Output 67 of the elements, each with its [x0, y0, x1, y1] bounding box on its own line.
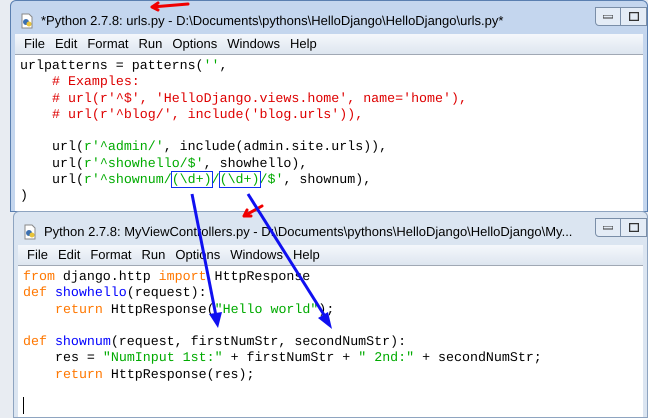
- code-token: def: [23, 285, 47, 300]
- code-token: def: [23, 334, 47, 350]
- python-file-icon: [19, 12, 35, 28]
- code-token: return: [55, 302, 103, 317]
- minimize-button[interactable]: [595, 7, 621, 26]
- maximize-button[interactable]: [621, 218, 647, 237]
- code-token: ,: [220, 58, 228, 73]
- code-token: " 2nd:": [358, 350, 414, 366]
- menu-item[interactable]: Edit: [52, 245, 86, 265]
- menu-item[interactable]: Help: [284, 34, 322, 54]
- menu-item[interactable]: Help: [288, 245, 325, 265]
- code-token: django.http: [62, 269, 152, 284]
- code-token: url(: [52, 139, 84, 154]
- code-token: /: [212, 172, 220, 188]
- maximize-button[interactable]: [621, 7, 647, 26]
- code-token: urlpatterns = patterns(: [20, 58, 204, 73]
- code-token: url(: [52, 172, 84, 188]
- code-editor[interactable]: [15, 55, 643, 211]
- code-token: showhello: [54, 285, 127, 300]
- code-token: , include(admin.site.urls)),: [164, 139, 388, 154]
- code-token: r'^shownum/: [84, 172, 172, 188]
- maximize-icon: [628, 12, 638, 21]
- code-token: HttpResponse(res);: [110, 366, 254, 382]
- code-token: + secondNumStr;: [421, 350, 542, 366]
- minimize-icon: [603, 226, 613, 230]
- menu-item[interactable]: Run: [136, 245, 170, 265]
- code-token: (request):: [126, 285, 207, 300]
- menu-item[interactable]: Edit: [50, 34, 82, 54]
- code-token: return: [55, 366, 103, 382]
- code-token: , showhello),: [204, 156, 308, 171]
- menu-item[interactable]: File: [19, 34, 50, 54]
- highlighted-code: (\d+): [220, 172, 260, 188]
- menu-item[interactable]: Run: [134, 34, 168, 54]
- maximize-icon: [628, 223, 638, 232]
- menu-item[interactable]: Format: [82, 34, 134, 54]
- code-token: /$': [260, 172, 284, 188]
- code-token: shownum: [54, 334, 111, 350]
- code-token: res =: [55, 350, 96, 366]
- code-token: "Hello world": [214, 302, 318, 317]
- python-file-icon: [22, 224, 38, 240]
- minimize-icon: [603, 14, 613, 18]
- menu-item[interactable]: Windows: [222, 34, 285, 54]
- code-editor[interactable]: [18, 266, 643, 417]
- code-token: , shownum),: [283, 172, 372, 188]
- text-cursor: [23, 397, 24, 414]
- code-token: # Examples:: [52, 74, 140, 90]
- code-token: # url(r'^blog/', include('blog.urls')),: [52, 106, 364, 122]
- code-token: (request, firstNumStr, secondNumStr):: [110, 334, 406, 350]
- code-token: url(: [52, 156, 84, 171]
- code-token: import: [158, 269, 207, 284]
- code-token: '': [204, 58, 220, 73]
- menu-item[interactable]: File: [22, 245, 53, 265]
- code-token: from: [23, 269, 55, 284]
- window-title: *Python 2.7.8: urls.py - D:\Documents\pythons\HelloDjango\HelloDjango\urls.py*: [41, 12, 504, 30]
- code-token: r'^showhello/$': [84, 156, 204, 171]
- menu-item[interactable]: Format: [85, 245, 137, 265]
- code-token: # url(r'^$', 'HelloDjango.views.home', name='home'),: [52, 90, 467, 106]
- menu-item[interactable]: Windows: [225, 245, 288, 265]
- code-token: HttpResponse(: [110, 302, 215, 317]
- annotation-arrow: [150, 2, 190, 12]
- menu-item[interactable]: Options: [167, 34, 222, 54]
- minimize-button[interactable]: [595, 218, 621, 237]
- code-token: "NumInput 1st:": [102, 350, 223, 366]
- code-token: r'^admin/': [84, 139, 164, 154]
- code-token: + firstNumStr +: [230, 350, 352, 366]
- code-token: ): [20, 188, 28, 204]
- highlighted-code: (\d+): [172, 172, 212, 188]
